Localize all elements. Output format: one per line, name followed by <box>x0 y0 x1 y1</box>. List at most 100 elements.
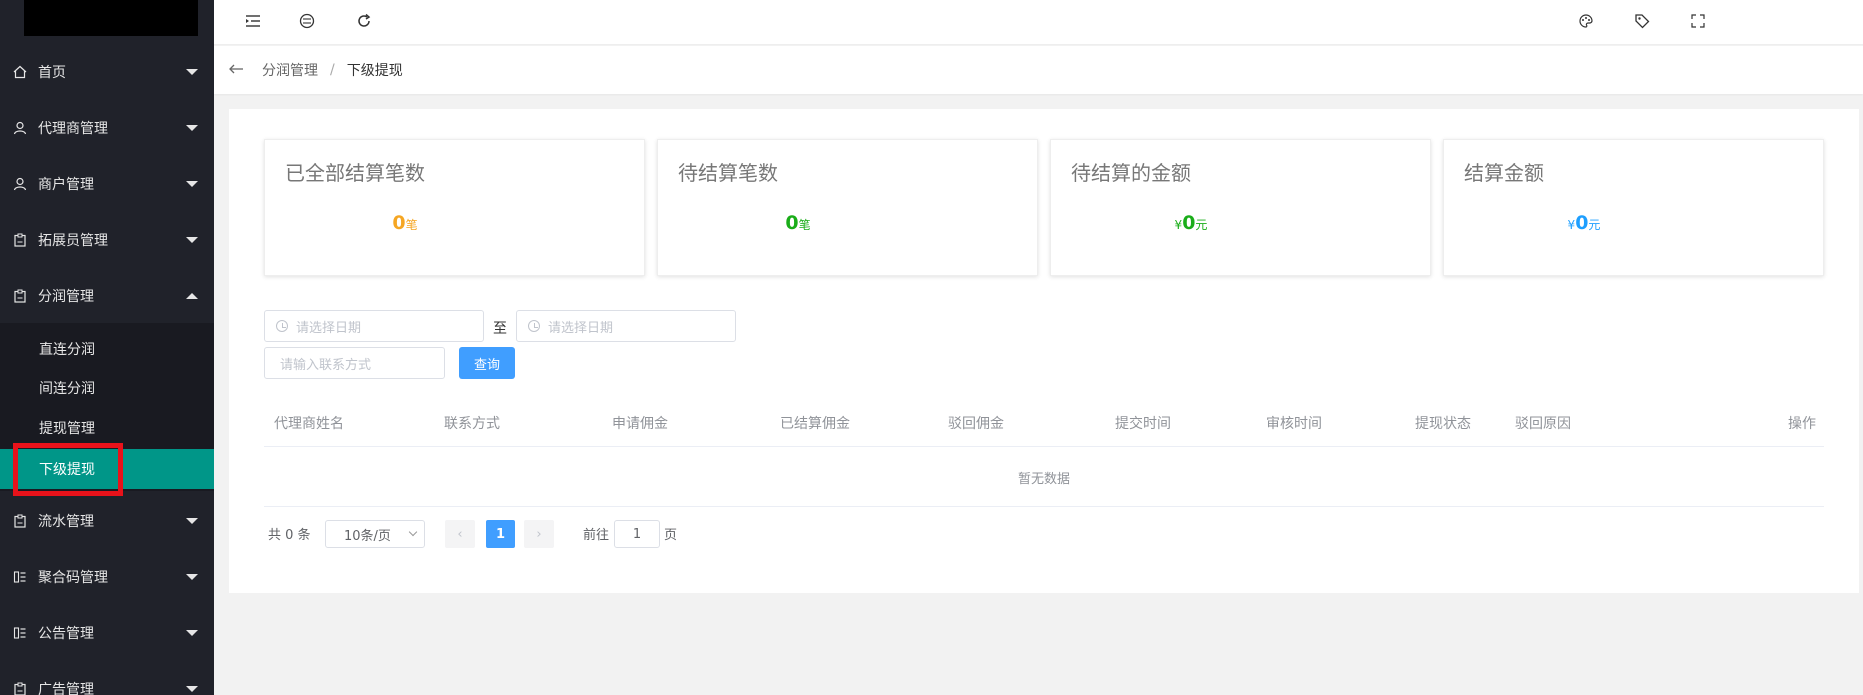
sidebar-item-label: 广告管理 <box>38 682 94 695</box>
sidebar-item-label: 公告管理 <box>38 626 94 642</box>
sidebar-item-label: 首页 <box>38 65 66 81</box>
sidebar-item-profit-sharing[interactable]: 分润管理 <box>0 268 214 324</box>
submenu-item-withdraw-manage[interactable]: 提现管理 <box>0 408 214 448</box>
chevron-down-icon <box>408 527 418 537</box>
clipboard-icon <box>13 233 27 247</box>
sidebar-item-label: 分润管理 <box>38 289 94 305</box>
column-header-review-time: 审核时间 <box>1266 416 1322 432</box>
clock-icon <box>276 320 288 332</box>
sidebar-item-label: 商户管理 <box>38 177 94 193</box>
sidebar-item-advertisement[interactable]: 广告管理 <box>0 661 214 695</box>
clipboard-icon <box>13 682 27 695</box>
column-header-agent-name: 代理商姓名 <box>274 416 344 432</box>
end-date-picker[interactable]: 请选择日期 <box>516 310 736 342</box>
stat-title: 已全部结算笔数 <box>285 161 425 185</box>
fullscreen-icon[interactable] <box>1688 11 1708 31</box>
stat-unit: 笔 <box>798 218 811 232</box>
list-icon <box>13 626 27 640</box>
caret-up-icon <box>186 293 198 299</box>
submenu-item-label: 间连分润 <box>39 381 95 397</box>
clipboard-icon <box>13 514 27 528</box>
breadcrumb-parent[interactable]: 分润管理 <box>262 60 318 80</box>
home-icon <box>13 65 27 79</box>
next-page-button[interactable]: › <box>524 520 554 548</box>
page-size-value: 10条/页 <box>344 528 391 544</box>
sidebar-item-label: 拓展员管理 <box>38 233 108 249</box>
column-header-contact: 联系方式 <box>444 416 500 432</box>
contact-placeholder: 请输入联系方式 <box>280 357 372 373</box>
logo <box>24 0 198 36</box>
stat-title: 待结算笔数 <box>678 161 778 185</box>
stat-value: ¥0元 <box>1051 212 1331 234</box>
contact-input[interactable]: 请输入联系方式 <box>264 347 445 379</box>
stat-card-settled-count: 已全部结算笔数 0笔 <box>264 139 645 276</box>
goto-label: 前往 <box>583 528 610 543</box>
stat-unit: 笔 <box>405 218 418 232</box>
start-date-picker[interactable]: 请选择日期 <box>264 310 484 342</box>
sidebar-item-label: 流水管理 <box>38 514 94 530</box>
sidebar-item-expander[interactable]: 拓展员管理 <box>0 212 214 268</box>
submenu-item-direct-profit[interactable]: 直连分润 <box>0 329 214 369</box>
column-header-actions: 操作 <box>1788 416 1816 432</box>
goto-page-input[interactable]: 1 <box>614 520 660 548</box>
column-header-rejected-commission: 驳回佣金 <box>948 416 1004 432</box>
stat-value: ¥0元 <box>1444 212 1724 234</box>
sidebar-item-announcement[interactable]: 公告管理 <box>0 605 214 661</box>
caret-down-icon <box>186 686 198 692</box>
breadcrumb-separator: / <box>330 62 335 78</box>
clipboard-icon <box>13 289 27 303</box>
date-range-separator: 至 <box>493 321 507 337</box>
back-arrow-icon[interactable] <box>228 61 248 79</box>
caret-down-icon <box>186 518 198 524</box>
submenu-item-indirect-profit[interactable]: 间连分润 <box>0 368 214 408</box>
caret-down-icon <box>186 125 198 131</box>
goto-unit: 页 <box>664 528 678 543</box>
stat-number: 0 <box>785 212 799 234</box>
sidebar-item-agent[interactable]: 代理商管理 <box>0 100 214 156</box>
clock-icon <box>528 320 540 332</box>
sidebar-item-home[interactable]: 首页 <box>0 44 214 100</box>
breadcrumb: 分润管理 / 下级提现 <box>214 46 1863 94</box>
stat-card-pending-count: 待结算笔数 0笔 <box>657 139 1038 276</box>
sidebar: 首页 代理商管理 商户管理 拓展员管理 分润管理 直连分润 间连分润 提现管理 … <box>0 0 214 695</box>
query-button[interactable]: 查询 <box>459 347 515 379</box>
stat-value: 0笔 <box>265 212 545 234</box>
pagination-total: 共 0 条 <box>268 528 311 543</box>
submenu-item-label: 提现管理 <box>39 421 95 437</box>
start-date-placeholder: 请选择日期 <box>296 320 362 336</box>
theme-palette-icon[interactable] <box>1576 11 1596 31</box>
submenu-item-label: 直连分润 <box>39 342 95 358</box>
user-icon <box>13 177 27 191</box>
stat-title: 结算金额 <box>1464 161 1544 185</box>
column-header-submit-time: 提交时间 <box>1115 416 1171 432</box>
end-date-placeholder: 请选择日期 <box>548 320 614 336</box>
caret-down-icon <box>186 181 198 187</box>
top-header <box>214 0 1863 45</box>
stat-card-settled-amount: 结算金额 ¥0元 <box>1443 139 1824 276</box>
stat-unit: 元 <box>1588 218 1601 232</box>
stat-number: 0 <box>1182 212 1196 234</box>
user-icon <box>13 121 27 135</box>
sidebar-item-label: 聚合码管理 <box>38 570 108 586</box>
page-size-select[interactable]: 10条/页 <box>325 520 425 548</box>
sidebar-item-merchant[interactable]: 商户管理 <box>0 156 214 212</box>
refresh-icon[interactable] <box>354 11 374 31</box>
breadcrumb-current: 下级提现 <box>346 63 403 79</box>
stat-card-pending-amount: 待结算的金额 ¥0元 <box>1050 139 1431 276</box>
prev-page-button[interactable]: ‹ <box>445 520 475 548</box>
sidebar-item-transaction[interactable]: 流水管理 <box>0 493 214 549</box>
column-header-reject-reason: 驳回原因 <box>1515 416 1571 432</box>
caret-down-icon <box>186 237 198 243</box>
column-header-applied-commission: 申请佣金 <box>612 416 668 432</box>
sidebar-item-aggregate-code[interactable]: 聚合码管理 <box>0 549 214 605</box>
table-header-divider <box>264 446 1824 447</box>
caret-down-icon <box>186 574 198 580</box>
stat-number: 0 <box>392 212 406 234</box>
page-number-current[interactable]: 1 <box>486 520 515 548</box>
tag-icon[interactable] <box>1632 11 1652 31</box>
caret-down-icon <box>186 69 198 75</box>
caret-down-icon <box>186 630 198 636</box>
list-icon <box>13 570 27 584</box>
collapse-menu-icon[interactable] <box>243 11 263 31</box>
website-icon[interactable] <box>297 11 317 31</box>
